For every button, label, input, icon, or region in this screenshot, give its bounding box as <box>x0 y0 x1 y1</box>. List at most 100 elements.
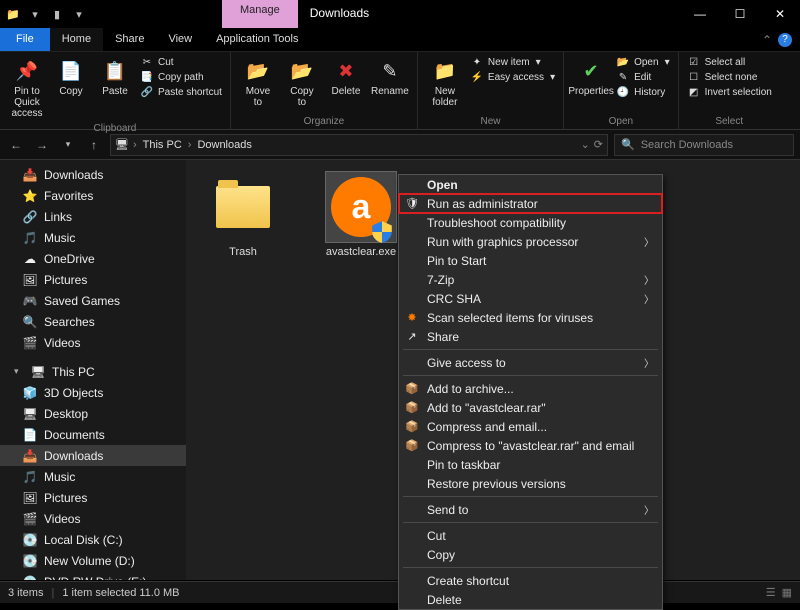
qat-dropdown-icon[interactable]: ▾ <box>26 5 44 23</box>
sidebar-item-downloads[interactable]: 📥Downloads <box>0 164 186 185</box>
ctx-cut[interactable]: Cut <box>399 526 662 545</box>
breadcrumb-thispc[interactable]: This PC <box>141 139 184 151</box>
sidebar-item-desktop[interactable]: 🖥Desktop <box>0 403 186 424</box>
help-icon[interactable]: ? <box>778 33 792 47</box>
item-icon: 🖼 <box>22 491 38 505</box>
easy-access-button[interactable]: ⚡Easy access▾ <box>468 71 557 84</box>
move-to-button[interactable]: 📂Move to <box>237 56 279 110</box>
sidebar-item-downloads[interactable]: 📥Downloads <box>0 445 186 466</box>
ctx-copy[interactable]: Copy <box>399 545 662 564</box>
nav-forward-button[interactable]: → <box>32 135 52 155</box>
ctx-add-archive[interactable]: 📦Add to archive... <box>399 379 662 398</box>
contextual-tab-manage[interactable]: Manage <box>222 0 298 28</box>
file-item-avastclear[interactable]: a avastclear.exe <box>316 172 406 258</box>
refresh-button[interactable]: ⟳ <box>594 138 603 151</box>
copy-to-button[interactable]: 📂Copy to <box>281 56 323 110</box>
ctx-run-as-admin[interactable]: 🛡Run as administrator <box>399 194 662 213</box>
breadcrumb-sep: › <box>133 139 137 151</box>
edit-button[interactable]: ✎Edit <box>614 71 672 84</box>
ctx-delete[interactable]: Delete <box>399 590 662 609</box>
chevron-down-icon[interactable]: ▾ <box>14 366 24 377</box>
chevron-right-icon: 〉 <box>644 355 654 370</box>
ctx-give-access[interactable]: Give access to〉 <box>399 353 662 372</box>
ctx-run-graphics[interactable]: Run with graphics processor〉 <box>399 232 662 251</box>
ctx-restore-versions[interactable]: Restore previous versions <box>399 474 662 493</box>
ctx-crc-sha[interactable]: CRC SHA〉 <box>399 289 662 308</box>
sidebar-item-videos[interactable]: 🎬Videos <box>0 508 186 529</box>
sidebar-item-favorites[interactable]: ⭐Favorites <box>0 185 186 206</box>
ctx-open[interactable]: Open <box>399 175 662 194</box>
copy-button[interactable]: 📄Copy <box>50 56 92 99</box>
ctx-add-rar[interactable]: 📦Add to "avastclear.rar" <box>399 398 662 417</box>
ctx-create-shortcut[interactable]: Create shortcut <box>399 571 662 590</box>
sidebar-item-3d-objects[interactable]: 🧊3D Objects <box>0 382 186 403</box>
new-item-button[interactable]: ✦New item▾ <box>468 56 557 69</box>
nav-recent-dropdown[interactable]: ▾ <box>58 135 78 155</box>
folder-icon: 🔗 <box>22 210 38 224</box>
properties-button[interactable]: ✔Properties <box>570 56 612 99</box>
paste-shortcut-button[interactable]: 🔗Paste shortcut <box>138 86 224 99</box>
sidebar-item-documents[interactable]: 📄Documents <box>0 424 186 445</box>
sidebar-item-pictures[interactable]: 🖼Pictures <box>0 269 186 290</box>
qat-overflow-icon[interactable]: ▾ <box>70 5 88 23</box>
paste-button[interactable]: 📋Paste <box>94 56 136 99</box>
cut-button[interactable]: ✂Cut <box>138 56 224 69</box>
history-button[interactable]: 🕘History <box>614 86 672 99</box>
address-bar[interactable]: 🖥 › This PC › Downloads ⌄ ⟳ <box>110 134 608 156</box>
sidebar-item-saved-games[interactable]: 🎮Saved Games <box>0 290 186 311</box>
delete-button[interactable]: ✖Delete <box>325 56 367 99</box>
maximize-button[interactable]: ☐ <box>720 0 760 28</box>
invert-selection-button[interactable]: ◩Invert selection <box>685 86 774 99</box>
new-folder-button[interactable]: 📁New folder <box>424 56 466 110</box>
breadcrumb-downloads[interactable]: Downloads <box>195 139 253 151</box>
ctx-pin-start[interactable]: Pin to Start <box>399 251 662 270</box>
minimize-button[interactable]: — <box>680 0 720 28</box>
ctx-send-to[interactable]: Send to〉 <box>399 500 662 519</box>
select-all-button[interactable]: ☑Select all <box>685 56 774 69</box>
ctx-pin-taskbar[interactable]: Pin to taskbar <box>399 455 662 474</box>
navigation-sidebar[interactable]: 📥Downloads⭐Favorites🔗Links🎵Music☁OneDriv… <box>0 160 186 580</box>
ctx-share[interactable]: ↗Share <box>399 327 662 346</box>
rename-button[interactable]: ✎Rename <box>369 56 411 99</box>
share-icon: ↗ <box>403 330 421 343</box>
view-large-icon[interactable]: ▦ <box>782 586 792 599</box>
search-input[interactable]: 🔍 Search Downloads <box>614 134 794 156</box>
nav-back-button[interactable]: ← <box>6 135 26 155</box>
menu-share[interactable]: Share <box>103 28 156 51</box>
ctx-troubleshoot[interactable]: Troubleshoot compatibility <box>399 213 662 232</box>
sidebar-item-pictures[interactable]: 🖼Pictures <box>0 487 186 508</box>
ctx-compress-email[interactable]: 📦Compress and email... <box>399 417 662 436</box>
address-dropdown-icon[interactable]: ⌄ <box>581 138 590 151</box>
sidebar-item-label: Desktop <box>44 407 88 421</box>
file-item-trash[interactable]: Trash <box>198 172 288 258</box>
pin-quick-access-button[interactable]: 📌Pin to Quick access <box>6 56 48 121</box>
open-button[interactable]: 📂Open▾ <box>614 56 672 69</box>
sidebar-item-searches[interactable]: 🔍Searches <box>0 311 186 332</box>
sidebar-item-music[interactable]: 🎵Music <box>0 466 186 487</box>
close-button[interactable]: ✕ <box>760 0 800 28</box>
sidebar-item-onedrive[interactable]: ☁OneDrive <box>0 248 186 269</box>
delete-icon: ✖ <box>333 58 359 84</box>
sidebar-item-dvd-rw-drive-e-[interactable]: 💿DVD RW Drive (E:) <box>0 571 186 580</box>
nav-up-button[interactable]: ↑ <box>84 135 104 155</box>
menu-view[interactable]: View <box>156 28 204 51</box>
menu-home[interactable]: Home <box>50 28 103 51</box>
ribbon-collapse-icon[interactable]: ⌃ <box>762 33 772 47</box>
sidebar-item-label: Videos <box>44 512 80 526</box>
sidebar-item-new-volume-d-[interactable]: 💽New Volume (D:) <box>0 550 186 571</box>
sidebar-item-music[interactable]: 🎵Music <box>0 227 186 248</box>
menu-application-tools[interactable]: Application Tools <box>204 28 310 51</box>
sidebar-item-local-disk-c-[interactable]: 💽Local Disk (C:) <box>0 529 186 550</box>
ctx-scan-viruses[interactable]: ✸Scan selected items for viruses <box>399 308 662 327</box>
ctx-compress-rar-email[interactable]: 📦Compress to "avastclear.rar" and email <box>399 436 662 455</box>
sidebar-thispc[interactable]: ▾🖥This PC <box>0 361 186 382</box>
sidebar-item-links[interactable]: 🔗Links <box>0 206 186 227</box>
ctx-7zip[interactable]: 7-Zip〉 <box>399 270 662 289</box>
select-none-button[interactable]: ☐Select none <box>685 71 774 84</box>
copy-path-button[interactable]: 📑Copy path <box>138 71 224 84</box>
sidebar-item-label: 3D Objects <box>44 386 103 400</box>
view-details-icon[interactable]: ☰ <box>766 586 776 599</box>
menu-file[interactable]: File <box>0 28 50 51</box>
chevron-right-icon: 〉 <box>644 291 654 306</box>
sidebar-item-videos[interactable]: 🎬Videos <box>0 332 186 353</box>
